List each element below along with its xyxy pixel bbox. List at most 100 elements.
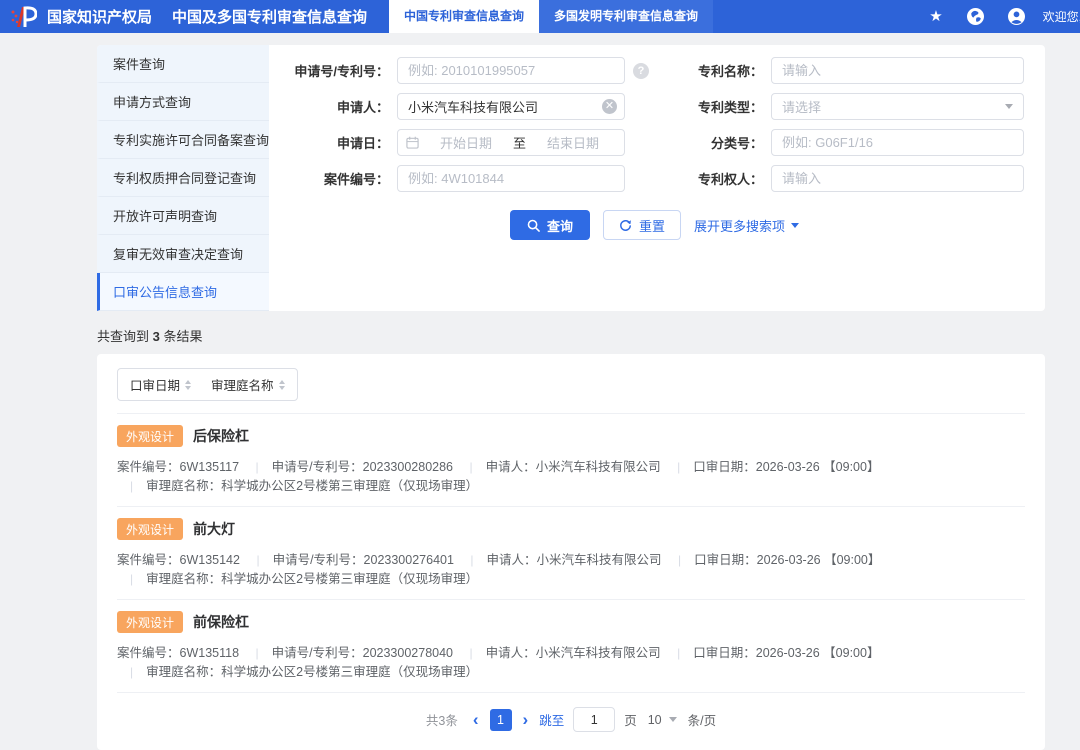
- patent-type-label: 专利类型：: [697, 100, 763, 115]
- apply-date-range-picker[interactable]: 开始日期 至 结束日期: [397, 129, 625, 156]
- user-account-icon[interactable]: [1007, 8, 1025, 25]
- sidebar-menu: 案件查询 申请方式查询 专利实施许可合同备案查询 专利权质押合同登记查询 开放许…: [97, 45, 269, 311]
- pagination: 共3条 ‹ 1 › 跳至 页 10 条/页: [117, 693, 1025, 742]
- sidebar-item-application-mode-query[interactable]: 申请方式查询: [97, 83, 269, 121]
- field-application-number: 申请号/专利号： ?: [285, 57, 649, 84]
- cnipa-logo-icon: [9, 5, 37, 29]
- meta-case-number: 案件编号：6W135118: [117, 646, 240, 660]
- result-title[interactable]: 前大灯: [193, 519, 235, 539]
- design-type-badge: 外观设计: [117, 518, 184, 540]
- meta-application-number: 申请号/专利号：2023300278040: [243, 646, 453, 660]
- sidebar-item-pledge-registration-query[interactable]: 专利权质押合同登记查询: [97, 159, 269, 197]
- reset-button[interactable]: 重置: [602, 210, 681, 240]
- help-icon[interactable]: ?: [633, 62, 649, 79]
- sort-chips-row: 口审日期 审理庭名称: [117, 368, 1025, 414]
- application-number-label: 申请号/专利号：: [294, 64, 389, 79]
- field-patent-name: 专利名称：: [689, 57, 1024, 84]
- sort-court-name-label: 审理庭名称: [211, 379, 274, 393]
- application-number-input[interactable]: [397, 57, 625, 84]
- results-count: 3: [152, 329, 160, 344]
- meta-court-name: 审理庭名称：科学城办公区2号楼第三审理庭（仅现场审理）: [117, 665, 478, 679]
- meta-hearing-date: 口审日期：2026-03-26 【09:00】: [664, 460, 879, 474]
- design-type-badge: 外观设计: [117, 425, 184, 447]
- page-size-value: 10: [647, 712, 662, 727]
- end-date-placeholder: 结束日期: [547, 136, 600, 151]
- per-page-unit-label: 条/页: [687, 714, 717, 728]
- meta-case-number: 案件编号：6W135117: [117, 460, 240, 474]
- site-title: 中国及多国专利审查信息查询: [172, 9, 368, 26]
- welcome-text: 欢迎您,: [1042, 10, 1080, 24]
- tab-multinational-query[interactable]: 多国发明专利审查信息查询: [539, 0, 714, 33]
- sidebar-item-license-record-query[interactable]: 专利实施许可合同备案查询: [97, 121, 269, 159]
- result-item: 外观设计 前大灯 案件编号：6W135142 申请号/专利号：202330027…: [117, 507, 1025, 600]
- page-size-select[interactable]: 10: [646, 713, 679, 727]
- class-number-label: 分类号：: [710, 136, 763, 151]
- meta-hearing-date: 口审日期：2026-03-26 【09:00】: [664, 646, 879, 660]
- meta-application-number: 申请号/专利号：2023300280286: [243, 460, 453, 474]
- search-form: 申请号/专利号： ? 专利名称： 申请人： ✕: [269, 45, 1050, 311]
- top-navbar: 国家知识产权局 中国及多国专利审查信息查询 中国专利审查信息查询 多国发明专利审…: [0, 0, 1080, 33]
- design-type-badge: 外观设计: [117, 611, 184, 633]
- sidebar-item-oral-hearing-query[interactable]: 口审公告信息查询: [97, 273, 269, 311]
- patentee-input[interactable]: [771, 165, 1024, 192]
- field-case-number: 案件编号：: [285, 165, 649, 192]
- chevron-down-icon: [1005, 104, 1013, 109]
- result-item: 外观设计 后保险杠 案件编号：6W135117 申请号/专利号：20233002…: [117, 414, 1025, 507]
- reset-button-label: 重置: [638, 218, 665, 234]
- sidebar-item-open-license-query[interactable]: 开放许可声明查询: [97, 197, 269, 235]
- next-page-icon[interactable]: ›: [521, 711, 531, 728]
- search-panel: 案件查询 申请方式查询 专利实施许可合同备案查询 专利权质押合同登记查询 开放许…: [97, 45, 1045, 311]
- result-meta: 案件编号：6W135117 申请号/专利号：2023300280286 申请人：…: [117, 456, 1025, 494]
- jump-to-label[interactable]: 跳至: [539, 710, 564, 729]
- patent-name-input[interactable]: [771, 57, 1024, 84]
- result-meta: 案件编号：6W135118 申请号/专利号：2023300278040 申请人：…: [117, 642, 1025, 680]
- class-number-input[interactable]: [771, 129, 1024, 156]
- org-name: 国家知识产权局: [47, 9, 153, 26]
- pagination-total: 共3条: [425, 714, 458, 728]
- sort-by-court-name[interactable]: 审理庭名称: [211, 375, 285, 394]
- search-button[interactable]: 查询: [509, 210, 590, 240]
- results-summary: 共查询到 3 条结果: [97, 326, 1045, 345]
- page-label: 页: [624, 714, 637, 728]
- form-buttons-row: 查询 重置 展开更多搜索项: [285, 210, 1024, 240]
- start-date-placeholder: 开始日期: [439, 136, 492, 151]
- page-jump-input[interactable]: [573, 707, 616, 732]
- patent-type-select[interactable]: 请选择: [771, 93, 1024, 120]
- expand-more-search-link[interactable]: 展开更多搜索项: [694, 216, 800, 235]
- sort-arrows-icon: [278, 379, 285, 390]
- sort-hearing-date-label: 口审日期: [130, 379, 181, 393]
- favorite-star-icon[interactable]: ★: [929, 9, 942, 24]
- search-icon: [527, 219, 540, 232]
- sort-arrows-icon: [185, 379, 192, 390]
- field-patentee: 专利权人：: [689, 165, 1024, 192]
- chevron-down-icon: [668, 717, 677, 722]
- summary-suffix: 条结果: [159, 329, 203, 344]
- sidebar-item-reexam-invalidation-query[interactable]: 复审无效审查决定查询: [97, 235, 269, 273]
- sort-by-hearing-date[interactable]: 口审日期: [130, 375, 192, 394]
- result-meta: 案件编号：6W135142 申请号/专利号：2023300276401 申请人：…: [117, 549, 1025, 587]
- date-range-to-label: 至: [513, 136, 527, 151]
- patent-name-label: 专利名称：: [697, 64, 763, 79]
- prev-page-icon[interactable]: ‹: [471, 711, 481, 728]
- current-page-button[interactable]: 1: [489, 708, 512, 731]
- applicant-label: 申请人：: [336, 100, 389, 115]
- nav-tabs: 中国专利审查信息查询 多国发明专利审查信息查询: [389, 0, 714, 33]
- globe-icon[interactable]: [966, 8, 984, 25]
- meta-court-name: 审理庭名称：科学城办公区2号楼第三审理庭（仅现场审理）: [117, 572, 478, 586]
- field-class-number: 分类号：: [689, 129, 1024, 156]
- applicant-input[interactable]: [397, 93, 625, 120]
- case-number-input[interactable]: [397, 165, 625, 192]
- expand-more-search-label: 展开更多搜索项: [694, 218, 786, 234]
- meta-applicant: 申请人：小米汽车科技有限公司: [457, 646, 661, 660]
- result-title[interactable]: 后保险杠: [193, 426, 249, 446]
- tab-china-patent-query[interactable]: 中国专利审查信息查询: [389, 0, 540, 33]
- result-title[interactable]: 前保险杠: [193, 612, 249, 632]
- summary-prefix: 共查询到: [97, 329, 153, 344]
- patent-type-value: 请选择: [782, 100, 822, 115]
- patentee-label: 专利权人：: [697, 172, 763, 187]
- meta-court-name: 审理庭名称：科学城办公区2号楼第三审理庭（仅现场审理）: [117, 479, 478, 493]
- clear-input-icon[interactable]: ✕: [602, 99, 617, 114]
- chevron-down-icon: [791, 222, 800, 228]
- meta-applicant: 申请人：小米汽车科技有限公司: [457, 460, 661, 474]
- sidebar-item-case-query[interactable]: 案件查询: [97, 45, 269, 83]
